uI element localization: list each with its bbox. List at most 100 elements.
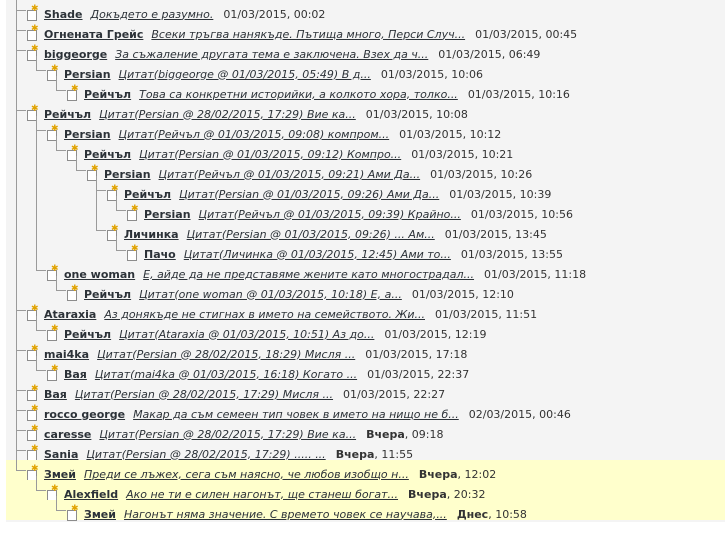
thread-row[interactable]: ✱ biggeorge За съжаление другата тема е за… [6,40,725,61]
thread-row[interactable]: ✱ Рейчъл Цитат(Ataraxia @ 01/03/2015, 10:5… [6,320,725,341]
post-timestamp: 01/03/2015, 10:16 [468,88,570,101]
thread-row[interactable]: ✱ Persian Цитат(Рейчъл @ 01/03/2015, 09:21… [6,160,725,181]
thread-row[interactable]: ✱ caresse Цитат(Persian @ 28/02/2015, 17:2… [6,420,725,441]
post-author-link[interactable]: Рейчъл [84,88,131,101]
post-snippet-link[interactable]: Всеки тръгва нанякъде. Пътища много, Пер… [151,28,465,41]
post-snippet-link[interactable]: Докъдето е разумно. [91,8,214,21]
thread-row[interactable]: ✱ Alexfield Ако не ти е силен нагонът, ще … [6,480,725,501]
post-snippet-link[interactable]: Преди се лъжех, сега съм наясно, че любо… [84,468,409,481]
thread-row[interactable]: ✱ Persian Цитат(Рейчъл @ 01/03/2015, 09:39… [6,200,725,221]
thread-row[interactable]: ✱ one woman Е, айде да не представяме жени… [6,260,725,281]
post-author-link[interactable]: one woman [64,268,135,281]
post-time: 01/03/2015, 10:08 [365,107,468,121]
post-snippet-link[interactable]: Цитат(Persian @ 28/02/2015, 17:29) Мисля… [75,388,333,401]
post-author-link[interactable]: Рейчъл [44,108,91,121]
post-author-link[interactable]: Рейчъл [64,328,111,341]
thread-row[interactable]: ✱ Вая Цитат(Persian @ 28/02/2015, 17:29) М… [6,380,725,401]
post-entry: ✱ Змей Нагонът няма значение. С времето чо… [66,504,527,524]
post-time: 01/03/2015, 10:16 [467,87,570,101]
post-snippet-link[interactable]: Цитат(Persian @ 01/03/2015, 09:12) Компр… [139,148,401,161]
post-snippet-link[interactable]: Това са конкретни историйки, а колкото х… [139,88,458,101]
thread-row[interactable]: ✱ Вая Цитат(mai4ka @ 01/03/2015, 16:18) Ко… [6,360,725,381]
tree-connector [36,370,46,371]
post-snippet-link[interactable]: Нагонът няма значение. С времето човек с… [124,508,447,521]
thread-row[interactable]: ✱ Ataraxia Аз донякъде не стигнах в името … [6,300,725,321]
new-post-icon: ✱ [66,505,79,521]
post-author-link[interactable]: Alexfield [64,488,118,501]
tree-connector [96,190,106,191]
thread-row[interactable]: ✱ Огнената Грейс Всеки тръгва нанякъде. Пъ… [6,20,725,41]
thread-row[interactable]: ✱ Личинка Цитат(Persian @ 01/03/2015, 09:2… [6,220,725,241]
post-snippet-link[interactable]: Цитат(Persian @ 01/03/2015, 09:26) ... А… [187,228,435,241]
post-author-link[interactable]: Persian [64,128,111,141]
post-author-link[interactable]: Вая [64,368,87,381]
thread-row[interactable]: ✱ Змей Преди се лъжех, сега съм наясно, че… [6,460,725,481]
post-snippet-link[interactable]: Цитат(Рейчъл @ 01/03/2015, 09:08) компро… [119,128,390,141]
post-author-link[interactable]: rocco george [44,408,125,421]
post-snippet-link[interactable]: Цитат(one woman @ 01/03/2015, 10:18) Е, … [139,288,402,301]
post-author-link[interactable]: Рейчъл [124,188,171,201]
post-snippet-link[interactable]: Цитат(Личинка @ 01/03/2015, 12:45) Ами т… [184,248,451,261]
thread-row[interactable]: ✱ Змей Нагонът няма значение. С времето чо… [6,500,725,521]
post-timestamp: 01/03/2015, 13:55 [461,248,563,261]
post-snippet-link[interactable]: Цитат(Persian @ 28/02/2015, 17:29) Вие к… [99,428,356,441]
thread-row[interactable]: ✱ Рейчъл Цитат(Persian @ 01/03/2015, 09:26… [6,180,725,201]
post-timestamp: 01/03/2015, 00:02 [223,8,325,21]
new-post-icon: ✱ [26,5,39,21]
thread-row[interactable]: ✱ Рейчъл Това са конкретни историйки, а ко… [6,80,725,101]
post-snippet-link[interactable]: Цитат(Ataraxia @ 01/03/2015, 10:51) Аз д… [119,328,374,341]
post-author-link[interactable]: biggeorge [44,48,107,61]
post-time: 01/03/2015, 22:27 [343,387,446,401]
post-snippet-link[interactable]: Е, айде да не представяме жените като мн… [143,268,474,281]
post-author-link[interactable]: Рейчъл [84,288,131,301]
post-author-link[interactable]: Змей [84,508,116,521]
post-author-link[interactable]: Sania [44,448,78,461]
tree-connector [36,356,37,370]
post-time: 01/03/2015, 10:06 [380,67,483,81]
thread-row[interactable]: ✱ Рейчъл Цитат(one woman @ 01/03/2015, 10:… [6,280,725,301]
tree-connector [16,350,26,351]
post-author-link[interactable]: Persian [64,68,111,81]
post-time: 01/03/2015, 22:37 [367,367,470,381]
tree-connector [56,290,66,291]
post-author-link[interactable]: Ataraxia [44,308,96,321]
post-snippet-link[interactable]: Цитат(mai4ka @ 01/03/2015, 16:18) Когато… [95,368,357,381]
post-snippet-link[interactable]: Цитат(Persian @ 28/02/2015, 18:29) Мисля… [97,348,355,361]
post-author-link[interactable]: caresse [44,428,91,441]
thread-row[interactable]: ✱ Persian Цитат(biggeorge @ 01/03/2015, 05… [6,60,725,81]
new-post-icon: ✱ [46,485,59,501]
post-time: 01/03/2015, 00:02 [223,7,326,21]
thread-row[interactable]: ✱ Пачо Цитат(Личинка @ 01/03/2015, 12:45) … [6,240,725,261]
post-author-link[interactable]: Shade [44,8,83,21]
post-snippet-link[interactable]: Аз донякъде не стигнах в името на семейс… [104,308,425,321]
new-post-icon: ✱ [26,425,39,441]
post-snippet-link[interactable]: Цитат(Persian @ 28/02/2015, 17:29) Вие к… [99,108,356,121]
post-time: 01/03/2015, 00:45 [475,27,578,41]
thread-row[interactable]: ✱ Рейчъл Цитат(Persian @ 28/02/2015, 17:29… [6,100,725,121]
post-author-link[interactable]: Огнената Грейс [44,28,143,41]
post-author-link[interactable]: mai4ka [44,348,89,361]
tree-connector [16,390,26,391]
new-post-icon: ✱ [46,365,59,381]
post-author-link[interactable]: Вая [44,388,67,401]
thread-row[interactable]: ✱ Persian Цитат(Рейчъл @ 01/03/2015, 09:08… [6,120,725,141]
post-snippet-link[interactable]: Макар да съм семеен тип човек в името на… [133,408,459,421]
post-snippet-link[interactable]: Цитат(biggeorge @ 01/03/2015, 05:49) В д… [119,68,371,81]
post-author-link[interactable]: Persian [144,208,191,221]
post-author-link[interactable]: Пачо [144,248,176,261]
thread-row[interactable]: ✱ Shade Докъдето е разумно. 01/03/2015, 00:… [6,0,725,21]
post-author-link[interactable]: Рейчъл [84,148,131,161]
post-snippet-link[interactable]: Цитат(Рейчъл @ 01/03/2015, 09:39) Крайно… [199,208,461,221]
thread-row[interactable]: ✱ Рейчъл Цитат(Persian @ 01/03/2015, 09:12… [6,140,725,161]
post-snippet-link[interactable]: За съжаление другата тема е заключена. В… [115,48,428,61]
post-author-link[interactable]: Persian [104,168,151,181]
post-snippet-link[interactable]: Цитат(Persian @ 28/02/2015, 17:29) .....… [86,448,325,461]
thread-row[interactable]: ✱ mai4ka Цитат(Persian @ 28/02/2015, 18:29… [6,340,725,361]
post-author-link[interactable]: Змей [44,468,76,481]
post-snippet-link[interactable]: Ако не ти е силен нагонът, ще станеш бог… [126,488,398,501]
post-author-link[interactable]: Личинка [124,228,179,241]
post-snippet-link[interactable]: Цитат(Persian @ 01/03/2015, 09:26) Ами Д… [179,188,439,201]
thread-row[interactable]: ✱ rocco george Макар да съм семеен тип чов… [6,400,725,421]
post-snippet-link[interactable]: Цитат(Рейчъл @ 01/03/2015, 09:21) Ами Да… [159,168,421,181]
thread-row[interactable]: ✱ Sania Цитат(Persian @ 28/02/2015, 17:29)… [6,440,725,461]
